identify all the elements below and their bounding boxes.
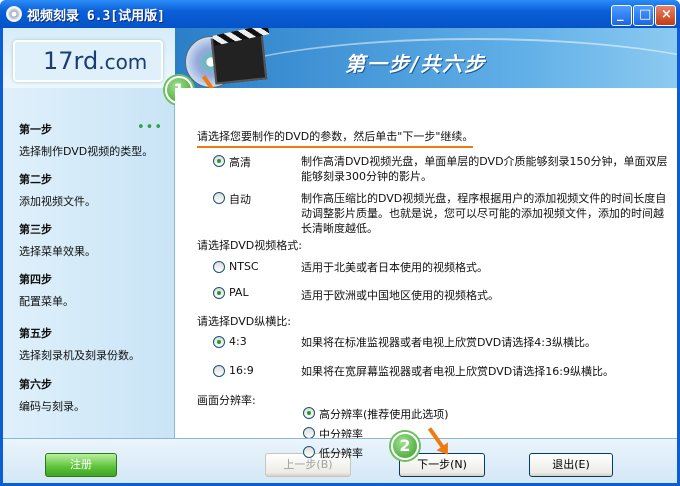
step-desc: 选择刻录机及刻录份数。 (19, 349, 140, 362)
step-desc: 选择制作DVD视频的类型。 (19, 145, 154, 158)
sidebar-step-6: 第六步 编码与刻录。 (19, 376, 85, 414)
minimize-icon: _ (617, 7, 624, 22)
sidebar-step-3: 第三步 选择菜单效果。 (19, 221, 96, 259)
step-title: 第二步 (19, 173, 52, 186)
title-bar[interactable]: 视频刻录 6.3[试用版] _ □ × (0, 0, 680, 28)
radio-hd[interactable] (213, 155, 225, 167)
minimize-button[interactable]: _ (611, 5, 632, 26)
option-desc-ntsc: 适用于北美或者日本使用的视频格式。 (301, 261, 488, 274)
client-area: 17rd.com 第一步 选择制作DVD视频的类型。 ••• 第二步 添加视频文… (3, 28, 677, 483)
radio-4-3[interactable] (213, 336, 225, 348)
radio-16-9[interactable] (213, 365, 225, 377)
option-desc-pal: 适用于欧洲或中国地区使用的视频格式。 (301, 289, 499, 302)
step-sidebar: 17rd.com 第一步 选择制作DVD视频的类型。 ••• 第二步 添加视频文… (3, 28, 175, 438)
logo-text: 17rd (43, 47, 99, 75)
maximize-button[interactable]: □ (633, 5, 654, 26)
option-label-hd[interactable]: 高清 (229, 154, 251, 170)
option-label-4-3[interactable]: 4:3 (229, 335, 247, 348)
step-title: 第五步 (19, 327, 52, 340)
step-badge-2: 2 (391, 432, 419, 460)
header-banner: 第一步/共六步 (175, 28, 677, 88)
step-heading: 第一步/共六步 (345, 52, 487, 76)
step-title: 第一步 (19, 123, 52, 136)
option-label-pal[interactable]: PAL (229, 286, 249, 299)
radio-low-res[interactable] (303, 446, 315, 458)
exit-button[interactable]: 退出(E) (529, 453, 613, 477)
window-title: 视频刻录 6.3[试用版] (27, 9, 165, 24)
sidebar-step-2: 第二步 添加视频文件。 (19, 171, 96, 209)
option-desc-auto: 制作高压缩比的DVD视频光盘，程序根据用户的添加视频文件的时间长度自动调整影片质… (301, 192, 667, 235)
radio-ntsc[interactable] (213, 261, 225, 273)
aspect-section-label: 请选择DVD纵横比: (197, 315, 291, 328)
close-icon: × (661, 7, 672, 22)
step-desc: 配置菜单。 (19, 295, 74, 308)
step-desc: 编码与刻录。 (19, 400, 85, 413)
radio-auto[interactable] (213, 192, 225, 204)
radio-pal[interactable] (213, 287, 225, 299)
main-content: 请选择您要制作的DVD的参数，然后单击"下一步"继续。 高清 制作高清DVD视频… (175, 88, 677, 441)
app-window: 视频刻录 6.3[试用版] _ □ × 17rd.com 第一步 选择制作DVD… (0, 0, 680, 486)
option-label-low-res[interactable]: 低分辨率 (319, 445, 363, 461)
instruction-text: 请选择您要制作的DVD的参数，然后单击"下一步"继续。 (197, 128, 474, 148)
option-label-ntsc[interactable]: NTSC (229, 260, 259, 273)
close-button[interactable]: × (655, 5, 676, 26)
option-desc-16-9: 如果将在宽屏幕监视器或者电视上欣赏DVD请选择16:9纵横比。 (301, 365, 614, 378)
disc-app-icon (6, 6, 22, 22)
step-desc: 选择菜单效果。 (19, 245, 96, 258)
option-desc-hd: 制作高清DVD视频光盘，单面单层的DVD介质能够刻录150分钟，单面双层能够刻录… (301, 155, 668, 183)
step-title: 第六步 (19, 378, 52, 391)
option-label-high-res[interactable]: 高分辨率(推荐使用此选项) (319, 406, 449, 422)
option-label-16-9[interactable]: 16:9 (229, 364, 254, 377)
sidebar-step-5: 第五步 选择刻录机及刻录份数。 (19, 325, 140, 363)
logo-suffix: .com (98, 50, 148, 74)
logo: 17rd.com (13, 40, 163, 82)
current-step-indicator: ••• (137, 120, 164, 135)
step-title: 第四步 (19, 273, 52, 286)
maximize-icon: □ (639, 7, 652, 22)
radio-high-res[interactable] (303, 407, 315, 419)
sidebar-step-4: 第四步 配置菜单。 (19, 271, 74, 309)
step-desc: 添加视频文件。 (19, 195, 96, 208)
option-label-auto[interactable]: 自动 (229, 191, 251, 207)
sidebar-step-1: 第一步 选择制作DVD视频的类型。 (19, 121, 153, 159)
resolution-section-label: 画面分辨率: (197, 394, 256, 407)
option-desc-4-3: 如果将在标准监视器或者电视上欣赏DVD请选择4:3纵横比。 (301, 336, 596, 349)
register-button[interactable]: 注册 (45, 453, 117, 477)
format-section-label: 请选择DVD视频格式: (197, 239, 302, 252)
step-title: 第三步 (19, 223, 52, 236)
